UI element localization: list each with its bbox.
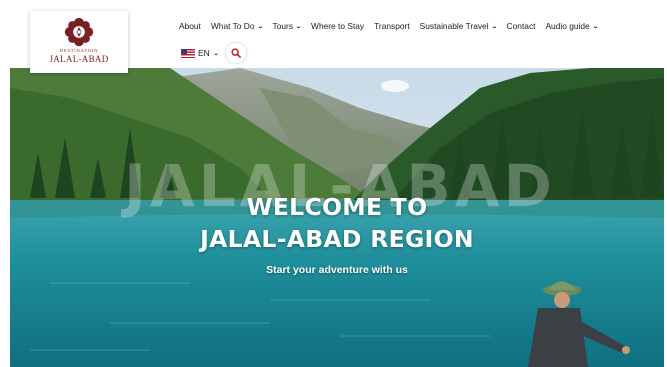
search-button[interactable] — [226, 43, 246, 63]
hero-banner: JALAL-ABAD WELCOME TO JALAL-ABAD REGION … — [10, 68, 664, 367]
search-icon — [231, 48, 241, 58]
hero-heading-line2: JALAL-ABAD REGION — [200, 225, 474, 253]
nav-item-label: About — [179, 21, 201, 31]
main-navigation: About What To Do ⌄ Tours ⌄ Where to Stay… — [179, 19, 608, 33]
nav-item-transport[interactable]: Transport — [374, 21, 410, 31]
chevron-down-icon: ⌄ — [256, 23, 264, 30]
nav-item-what-to-do[interactable]: What To Do ⌄ — [211, 21, 263, 31]
chevron-down-icon: ⌄ — [591, 23, 599, 30]
nav-item-audio-guide[interactable]: Audio guide ⌄ — [545, 21, 599, 31]
site-logo[interactable]: DESTINATION JALAL-ABAD — [30, 11, 128, 73]
nav-item-label: Audio guide — [545, 21, 590, 31]
language-code: EN — [198, 48, 210, 58]
hero-heading-line1: WELCOME TO — [246, 193, 428, 221]
nav-item-sustainable-travel[interactable]: Sustainable Travel ⌄ — [419, 21, 498, 31]
nav-item-label: Transport — [374, 21, 410, 31]
nav-item-label: Contact — [506, 21, 536, 31]
site-header: DESTINATION JALAL-ABAD About What To Do … — [0, 0, 667, 73]
nav-item-tours[interactable]: Tours ⌄ — [273, 21, 302, 31]
hero-tagline: Start your adventure with us — [266, 264, 408, 276]
logo-tagline: DESTINATION — [59, 48, 99, 53]
us-flag-icon — [181, 48, 195, 58]
nav-item-label: Tours — [272, 21, 294, 31]
chevron-down-icon: ⌄ — [213, 50, 219, 57]
nav-item-label: Where to Stay — [311, 21, 365, 31]
chevron-down-icon: ⌄ — [295, 23, 302, 30]
language-selector[interactable]: EN ⌄ — [181, 48, 219, 58]
logo-wordmark: JALAL-ABAD — [49, 54, 109, 64]
nav-item-label: Sustainable Travel — [419, 21, 489, 31]
logo-emblem-icon — [64, 17, 94, 47]
nav-item-contact[interactable]: Contact — [507, 21, 536, 31]
nav-item-about[interactable]: About — [179, 21, 201, 31]
nav-item-label: What To Do — [210, 21, 255, 31]
chevron-down-icon: ⌄ — [490, 23, 498, 30]
nav-item-where-to-stay[interactable]: Where to Stay — [311, 21, 364, 31]
